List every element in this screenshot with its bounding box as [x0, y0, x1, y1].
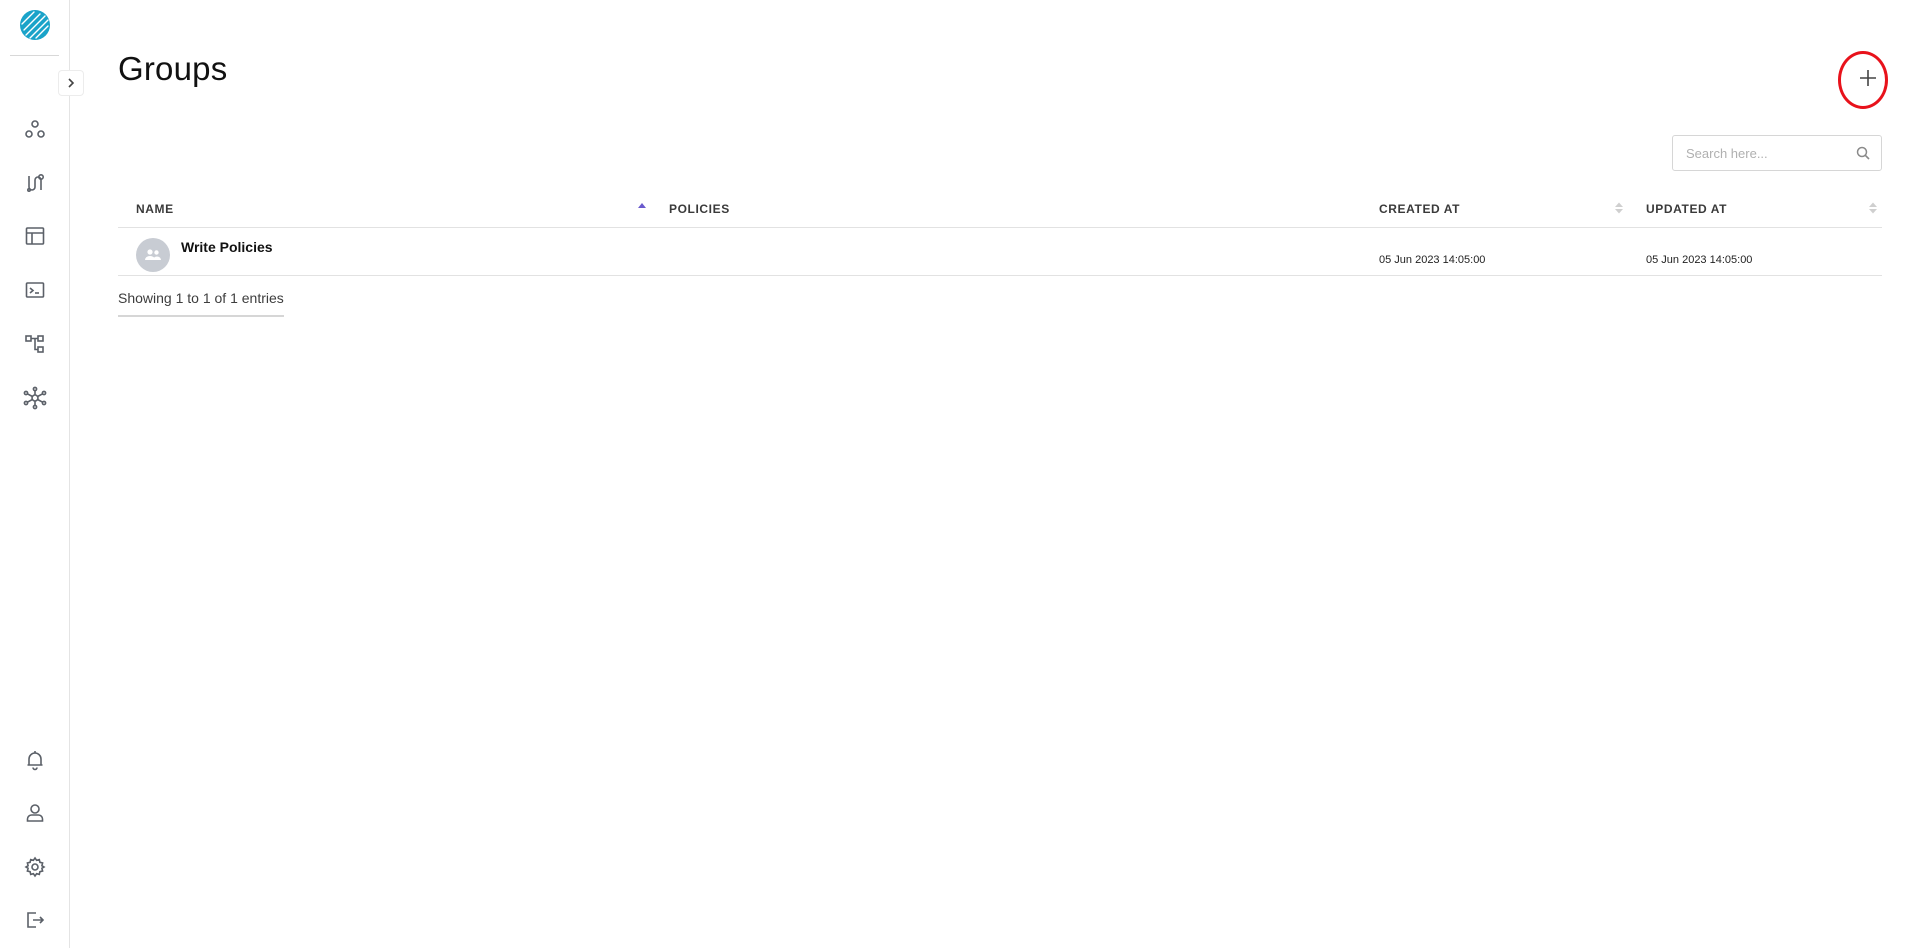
pagination-info: Showing 1 to 1 of 1 entries [118, 290, 284, 317]
logo-icon[interactable] [20, 10, 50, 40]
avatar [136, 238, 170, 272]
terminal-icon [25, 282, 45, 298]
nav-item-terminal[interactable] [23, 278, 47, 302]
column-header-updated-at[interactable]: UPDATED AT [1646, 202, 1727, 216]
sidebar-divider [10, 55, 59, 56]
nav-item-network[interactable] [23, 386, 47, 410]
group-name[interactable]: Write Policies [181, 239, 273, 255]
bell-icon [27, 751, 43, 771]
logout-icon [27, 912, 45, 928]
table-layout-icon [25, 227, 45, 245]
plus-icon [1860, 70, 1876, 86]
column-header-policies: POLICIES [669, 202, 730, 216]
table-header: NAME POLICIES CREATED AT UPDATED AT [118, 192, 1882, 228]
sort-icon[interactable] [1868, 200, 1878, 216]
gear-icon [24, 856, 46, 878]
group-icon [145, 249, 161, 260]
search-icon[interactable] [1855, 145, 1871, 161]
nav-item-logout[interactable] [23, 908, 47, 932]
groups-table: NAME POLICIES CREATED AT UPDATED AT Writ… [118, 192, 1882, 276]
add-group-button[interactable] [1848, 58, 1888, 98]
nav-item-profile[interactable] [23, 801, 47, 825]
nav-item-tables[interactable] [23, 224, 47, 248]
hierarchy-icon [25, 335, 44, 353]
page-title: Groups [118, 50, 228, 87]
nav-item-nodes[interactable] [23, 117, 47, 141]
chevron-right-icon [68, 78, 75, 88]
nodes-icon [25, 120, 45, 138]
search-box [1672, 135, 1882, 171]
nav-item-notifications[interactable] [23, 748, 47, 772]
pipeline-icon [26, 173, 45, 192]
sort-icon[interactable] [1614, 200, 1624, 216]
column-header-name[interactable]: NAME [136, 202, 174, 216]
sort-ascending-icon[interactable] [637, 200, 647, 216]
sidebar-expand-button[interactable] [58, 70, 84, 96]
group-updated-at: 05 Jun 2023 14:05:00 [1646, 254, 1753, 266]
nav-item-hierarchy[interactable] [23, 332, 47, 356]
column-header-created-at[interactable]: CREATED AT [1379, 202, 1460, 216]
nav-item-pipeline[interactable] [23, 171, 47, 195]
table-row[interactable]: Write Policies 05 Jun 2023 14:05:00 05 J… [118, 228, 1882, 276]
sidebar [0, 0, 84, 948]
network-icon [23, 386, 47, 410]
user-icon [26, 804, 44, 822]
group-created-at: 05 Jun 2023 14:05:00 [1379, 254, 1486, 266]
nav-item-settings[interactable] [23, 855, 47, 879]
search-input[interactable] [1673, 136, 1843, 170]
